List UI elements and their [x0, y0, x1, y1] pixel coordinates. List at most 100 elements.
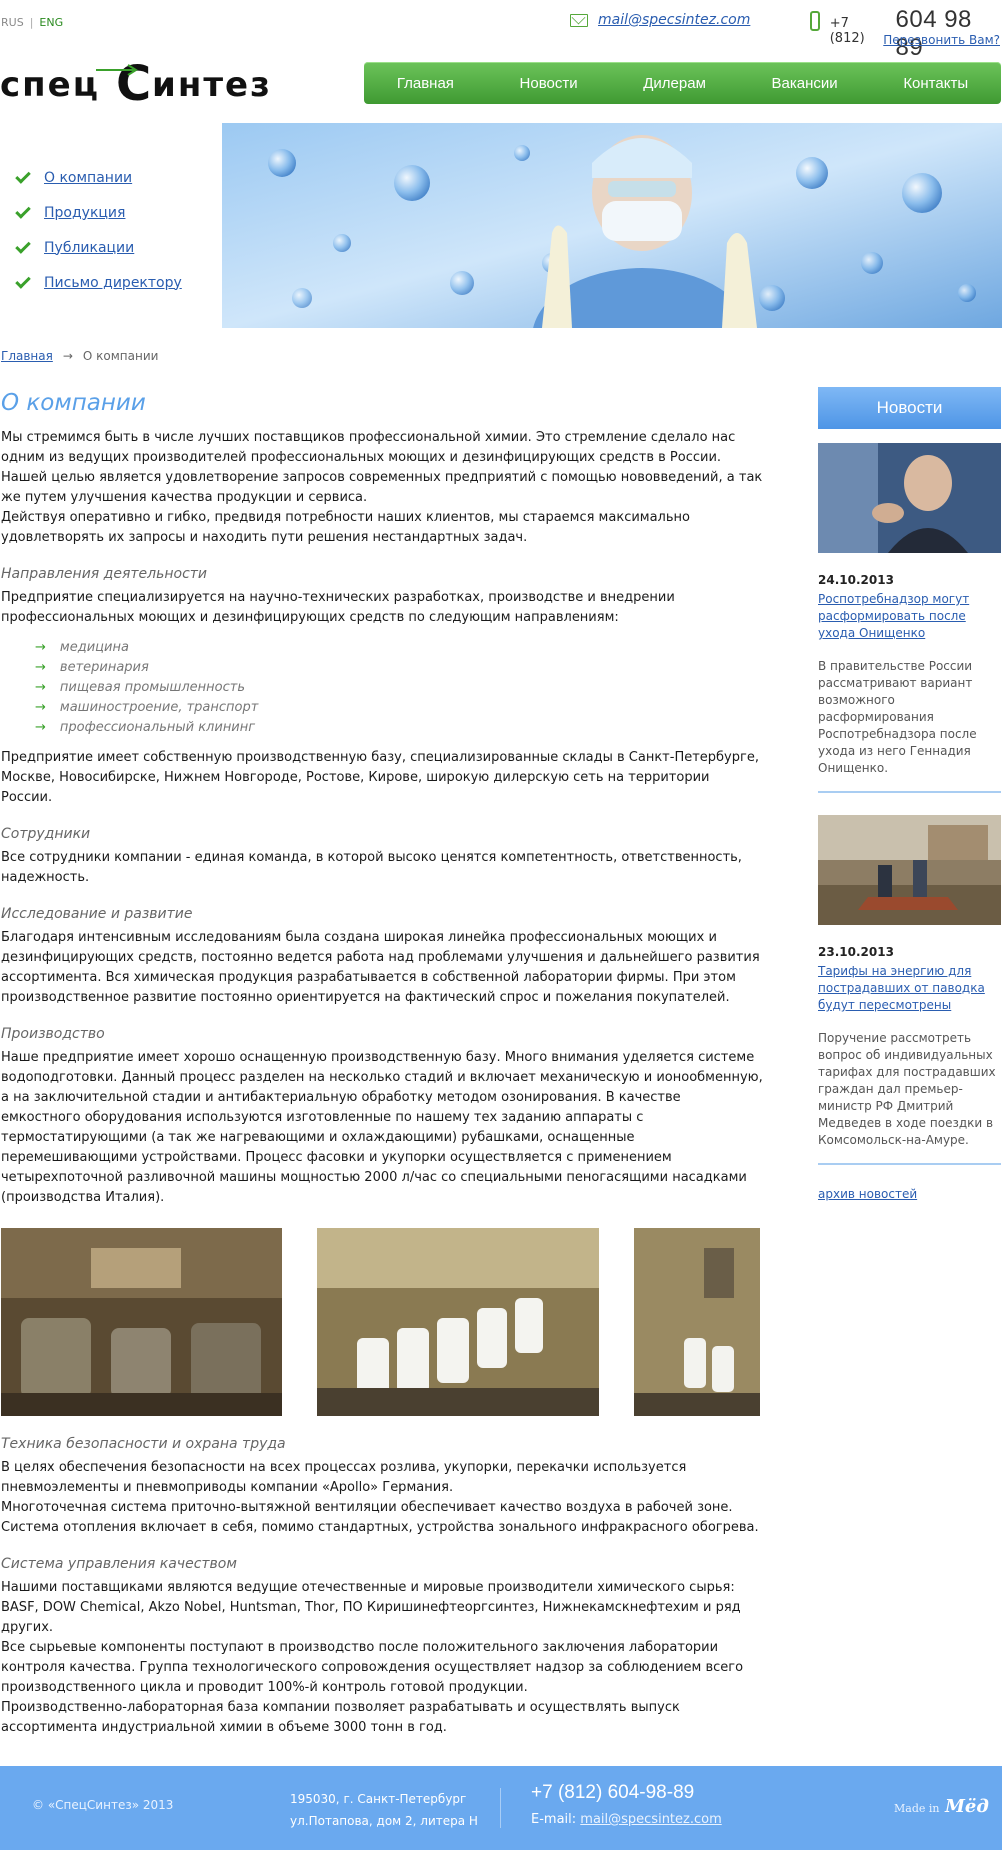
- footer-address: 195030, г. Санкт-Петербург ул.Потапова, …: [290, 1788, 478, 1832]
- photo-bottling-line[interactable]: [317, 1228, 599, 1416]
- quality-text-3: Производственно-лабораторная база компан…: [1, 1700, 680, 1735]
- breadcrumb-current: О компании: [82, 349, 159, 363]
- footer-phone: +7 (812) 604-98-89: [531, 1782, 695, 1803]
- footer-copyright: © «СпецСинтез» 2013: [32, 1798, 174, 1812]
- nav-vacancies[interactable]: Вакансии: [772, 75, 838, 92]
- nav-news[interactable]: Новости: [520, 75, 578, 92]
- list-item-label: медицина: [59, 640, 129, 655]
- footer-divider: [500, 1788, 501, 1828]
- safety-text-2: Многоточечная система приточно-вытяжной …: [1, 1500, 759, 1535]
- check-icon: [15, 167, 31, 184]
- intro-text: Мы стремимся быть в числе лучших поставщ…: [1, 430, 763, 505]
- news-date-2: 23.10.2013: [818, 945, 894, 959]
- intro-text-2: Действуя оперативно и гибко, предвидя по…: [1, 510, 690, 545]
- news-archive-link[interactable]: архив новостей: [818, 1187, 917, 1201]
- nav-home[interactable]: Главная: [397, 75, 454, 92]
- photo-lab[interactable]: [634, 1228, 760, 1416]
- news-link-2[interactable]: Тарифы на энергию для пострадавших от па…: [818, 963, 1001, 1014]
- svg-text:интез: интез: [152, 65, 272, 104]
- production-photos: [1, 1228, 763, 1416]
- phone-icon: [810, 11, 820, 31]
- photo-workshop-image: [1, 1228, 282, 1416]
- header-email-link[interactable]: mail@specsintez.com: [598, 12, 750, 28]
- production-heading: Производство: [1, 1026, 105, 1042]
- top-navigation: Главная Новости Дилерам Вакансии Контакт…: [364, 62, 1001, 104]
- news-date-1: 24.10.2013: [818, 573, 894, 587]
- news-divider: [818, 791, 1001, 793]
- directions-text-2: Предприятие имеет собственную производст…: [1, 750, 759, 805]
- list-item: → ветеринария: [35, 658, 763, 678]
- footer-address-line-2: ул.Потапова, дом 2, литера Н: [290, 1814, 478, 1828]
- news-image-2-photo: [818, 815, 1001, 925]
- nav-contacts[interactable]: Контакты: [903, 75, 968, 92]
- check-icon: [15, 202, 31, 219]
- photo-workshop[interactable]: [1, 1228, 282, 1416]
- side-menu-item-letter: Письмо директору: [15, 265, 182, 300]
- news-text-2: Поручение рассмотреть вопрос об индивиду…: [818, 1031, 996, 1147]
- header-banner: [222, 123, 1002, 328]
- language-switch: RUS | ENG: [1, 16, 63, 29]
- side-menu-item-about: О компании: [15, 160, 182, 195]
- directions-text: Предприятие специализируется на научно-т…: [1, 590, 675, 625]
- footer-email-link[interactable]: mail@specsintez.com: [580, 1812, 721, 1827]
- lang-eng-link[interactable]: ENG: [39, 16, 63, 29]
- news-image-2[interactable]: [818, 815, 1001, 925]
- breadcrumb-home[interactable]: Главная: [1, 349, 53, 363]
- footer-email: E-mail: mail@specsintez.com: [531, 1812, 722, 1827]
- news-sidebar: Новости 24.10.2013 Роспотребнадзор могут…: [818, 387, 1001, 1202]
- news-link-1[interactable]: Роспотребнадзор могут расформировать пос…: [818, 591, 1001, 642]
- news-text-1: В правительстве России рассматривают вар…: [818, 659, 977, 775]
- production-text: Наше предприятие имеет хорошо оснащенную…: [1, 1050, 763, 1205]
- arrow-right-icon: →: [35, 700, 46, 715]
- news-image-1-photo: [818, 443, 1001, 553]
- banner-image: [222, 123, 1002, 328]
- check-icon: [15, 272, 31, 289]
- side-menu-item-publications: Публикации: [15, 230, 182, 265]
- header-email: mail@specsintez.com: [570, 12, 750, 28]
- footer-address-line-1: 195030, г. Санкт-Петербург: [290, 1792, 467, 1806]
- side-menu-link-publications[interactable]: Публикации: [44, 240, 134, 256]
- research-text: Благодаря интенсивным исследованиям была…: [1, 930, 760, 1005]
- staff-text: Все сотрудники компании - единая команда…: [1, 850, 742, 885]
- arrow-right-icon: →: [35, 660, 46, 675]
- main-content: О компании Мы стремимся быть в числе луч…: [1, 390, 763, 1738]
- staff-heading: Сотрудники: [1, 826, 91, 842]
- side-menu-link-products[interactable]: Продукция: [44, 205, 125, 221]
- nav-dealers[interactable]: Дилерам: [643, 75, 706, 92]
- lang-separator: |: [29, 16, 34, 29]
- breadcrumb: Главная → О компании: [1, 349, 158, 363]
- list-item: → профессиональный клининг: [35, 718, 763, 738]
- quality-heading: Система управления качеством: [1, 1556, 237, 1572]
- made-in-label: Made in: [894, 1802, 940, 1815]
- list-item-label: машиностроение, транспорт: [59, 700, 259, 715]
- footer-email-label: E-mail:: [531, 1812, 577, 1827]
- quality-text-2: Все сырьевые компоненты поступают в прои…: [1, 1640, 744, 1695]
- list-item: → машиностроение, транспорт: [35, 698, 763, 718]
- directions-list: → медицина → ветеринария → пищевая промышле…: [35, 638, 763, 738]
- logo[interactable]: спец С интез: [0, 56, 325, 112]
- phone-code: +7 (812): [829, 16, 865, 46]
- side-menu-item-products: Продукция: [15, 195, 182, 230]
- footer: © «СпецСинтез» 2013 195030, г. Санкт-Пет…: [0, 1766, 1002, 1850]
- directions-heading: Направления деятельности: [1, 566, 208, 582]
- news-divider: [818, 1163, 1001, 1165]
- side-menu: О компании Продукция Публикации Письмо д…: [15, 160, 182, 300]
- svg-text:С: С: [116, 56, 151, 104]
- breadcrumb-arrow-icon: →: [62, 349, 73, 363]
- photo-bottling-image: [317, 1228, 599, 1416]
- arrow-right-icon: →: [35, 680, 46, 695]
- side-menu-link-letter[interactable]: Письмо директору: [44, 275, 182, 291]
- safety-heading: Техника безопасности и охрана труда: [1, 1436, 286, 1452]
- photo-lab-image: [634, 1228, 760, 1416]
- list-item: → медицина: [35, 638, 763, 658]
- news-heading: Новости: [818, 387, 1001, 429]
- side-menu-link-about[interactable]: О компании: [44, 170, 132, 186]
- lang-rus-link[interactable]: RUS: [1, 16, 24, 29]
- check-icon: [15, 237, 31, 254]
- news-image-1[interactable]: [818, 443, 1001, 553]
- quality-text: Нашими поставщиками являются ведущие оте…: [1, 1580, 741, 1635]
- mail-icon: [570, 13, 588, 27]
- svg-text:спец: спец: [0, 65, 100, 104]
- callback-link[interactable]: Перезвонить Вам?: [883, 33, 1000, 47]
- made-in-credit[interactable]: Made in Мёд: [894, 1796, 989, 1817]
